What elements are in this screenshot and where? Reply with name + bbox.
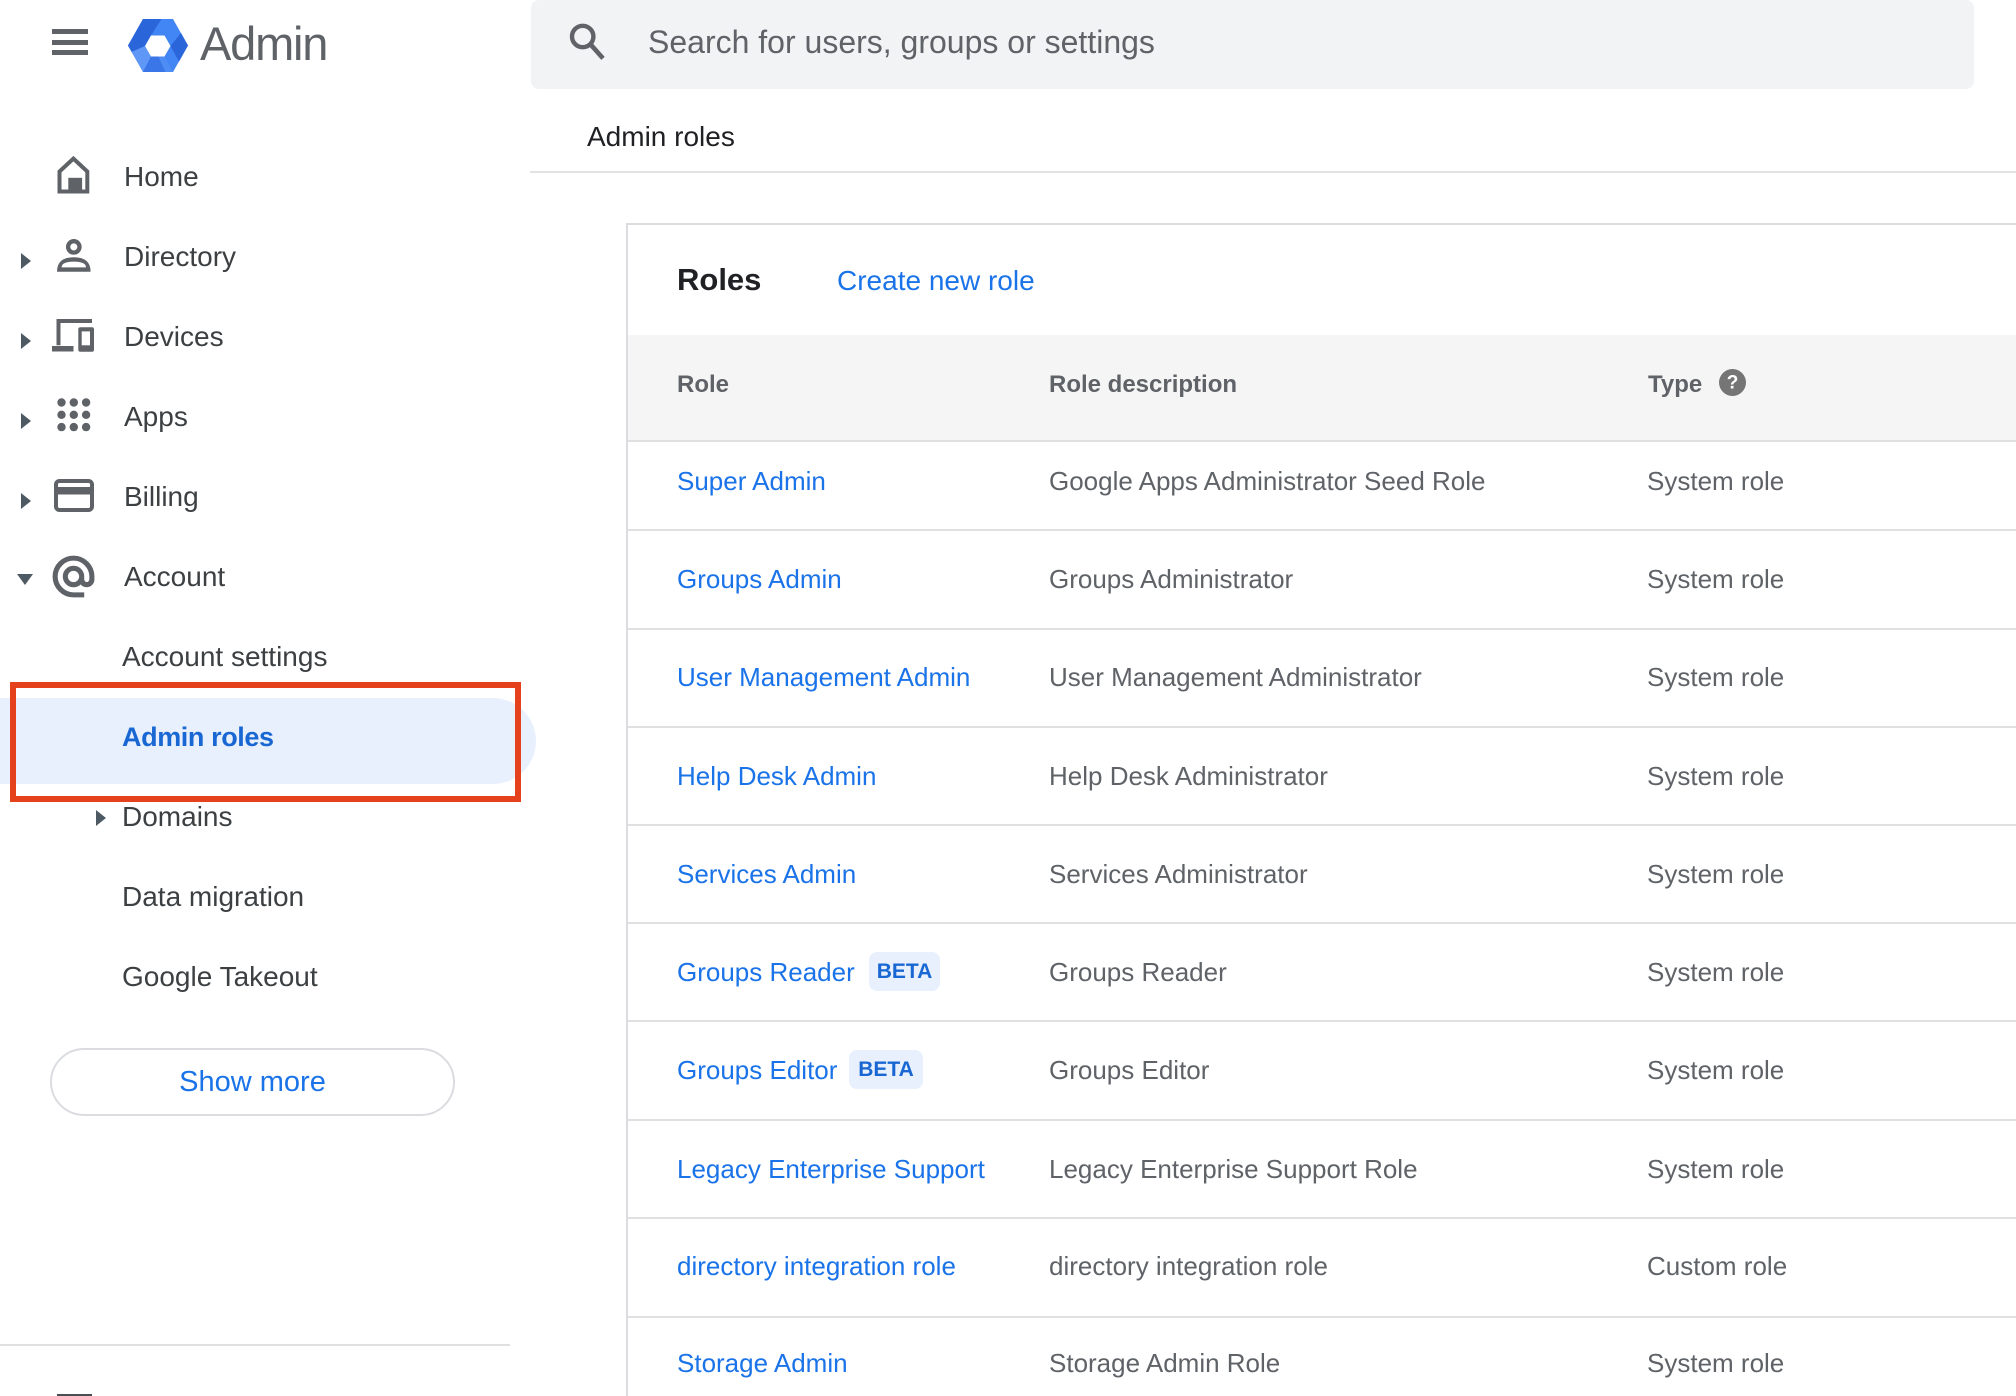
svg-text:?: ? xyxy=(1727,373,1739,394)
